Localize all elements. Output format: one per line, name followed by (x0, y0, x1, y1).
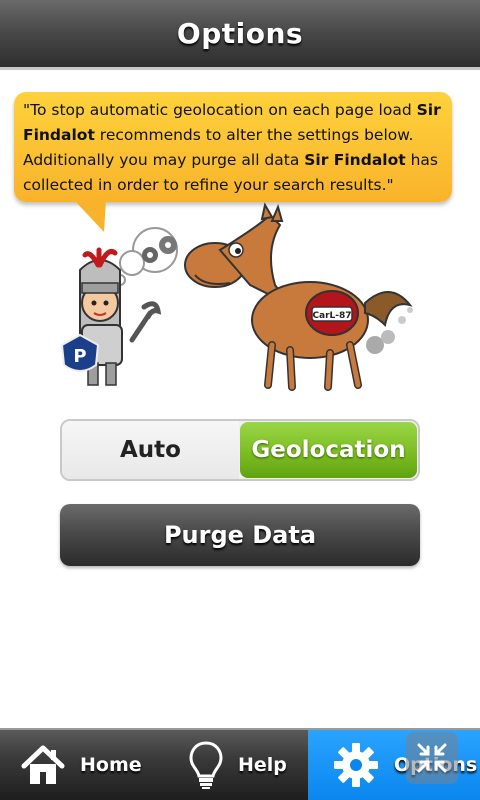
horse-mascot: CarL-87 (184, 202, 413, 391)
knight-mascot: P (60, 247, 162, 386)
speech-bubble: "To stop automatic geolocation on each p… (14, 92, 452, 202)
bubble-text-1: "To stop automatic geolocation on each p… (23, 101, 417, 119)
mode-toggle[interactable]: Auto Geolocation (60, 419, 420, 481)
parking-badge-text: P (73, 346, 86, 367)
auto-option[interactable]: Auto (62, 421, 239, 479)
collapse-arrows-icon (417, 743, 447, 773)
purge-data-button[interactable]: Purge Data (60, 504, 420, 566)
collapse-overlay-button[interactable] (406, 732, 458, 784)
lightbulb-icon (189, 741, 223, 789)
tab-help[interactable]: Help (154, 730, 308, 800)
horse-tag-text: CarL-87 (312, 311, 351, 321)
bubble-brand-2: Sir Findalot (304, 151, 406, 169)
gear-icon (334, 743, 378, 787)
page-title: Options (176, 17, 304, 50)
tab-help-label: Help (238, 754, 287, 776)
mascot-illustration: P CarL-87 (60, 202, 413, 391)
tab-home[interactable]: Home (0, 730, 154, 800)
header-bar: Options (0, 0, 480, 70)
home-icon (21, 745, 65, 784)
geolocation-option[interactable]: Geolocation (240, 422, 417, 478)
tab-home-label: Home (80, 754, 142, 776)
